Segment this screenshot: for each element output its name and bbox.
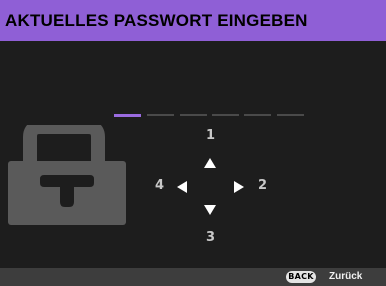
password-slot-2 bbox=[147, 114, 174, 116]
password-slot-1 bbox=[114, 113, 141, 117]
password-slots bbox=[114, 113, 308, 118]
arrow-up-icon[interactable] bbox=[204, 158, 216, 168]
arrow-left-icon[interactable] bbox=[177, 181, 187, 193]
keypad-left-digit: 4 bbox=[155, 178, 165, 193]
back-button[interactable]: BACK bbox=[286, 271, 316, 283]
back-label: Zurück bbox=[329, 271, 363, 282]
password-slot-6 bbox=[277, 114, 304, 116]
keypad-up-digit: 1 bbox=[206, 128, 216, 143]
keypad-right-digit: 2 bbox=[258, 178, 268, 193]
title-bar: AKTUELLES PASSWORT EINGEBEN bbox=[0, 0, 386, 41]
password-slot-4 bbox=[212, 114, 239, 116]
password-slot-3 bbox=[180, 114, 207, 116]
password-slot-5 bbox=[244, 114, 271, 116]
arrow-right-icon[interactable] bbox=[234, 181, 244, 193]
page-title: AKTUELLES PASSWORT EINGEBEN bbox=[5, 11, 308, 30]
osd-screen: AKTUELLES PASSWORT EINGEBEN 1 4 2 3 BACK… bbox=[0, 0, 386, 286]
arrow-down-icon[interactable] bbox=[204, 205, 216, 215]
lock-icon bbox=[8, 125, 126, 225]
keypad-down-digit: 3 bbox=[206, 230, 216, 245]
